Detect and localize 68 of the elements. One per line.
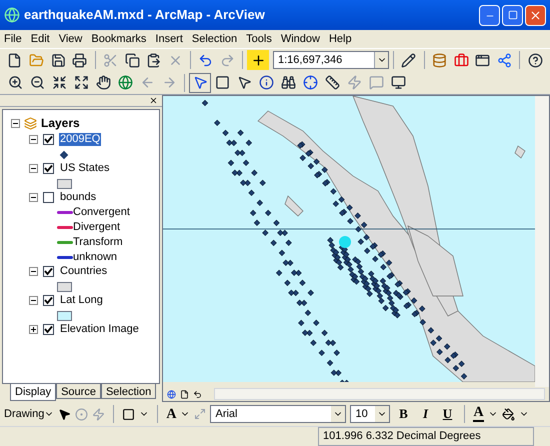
data-frame-label[interactable]: Layers	[41, 114, 80, 132]
scale-field[interactable]: 1:16,697,346	[273, 51, 390, 69]
collapse-icon[interactable]	[29, 135, 38, 144]
menu-item[interactable]: File	[4, 30, 22, 48]
checkbox[interactable]	[43, 163, 54, 174]
data-view-icon	[167, 390, 176, 398]
checkbox[interactable]	[43, 324, 54, 335]
pointer-icon	[58, 408, 72, 420]
close-icon	[529, 8, 542, 22]
layer-name[interactable]: Elevation Image	[59, 323, 140, 336]
checkbox[interactable]	[43, 266, 54, 277]
checkbox[interactable]	[43, 192, 54, 203]
layer-name[interactable]: Countries	[59, 265, 108, 278]
layer-name[interactable]: bounds	[59, 191, 98, 204]
layers-icon	[24, 116, 37, 130]
collapse-icon[interactable]	[29, 193, 38, 202]
collapse-icon[interactable]	[29, 296, 38, 305]
zoom-text-icon	[92, 408, 106, 420]
checkbox[interactable]	[43, 134, 54, 145]
style-button[interactable]: I	[416, 404, 434, 424]
window-title: earthquakeAM.mxd - ArcMap - ArcView	[24, 6, 265, 24]
close-icon	[149, 96, 158, 105]
legend-label: unknown	[73, 251, 118, 264]
style-button[interactable]: B	[394, 404, 412, 424]
legend-label: Convergent	[73, 206, 130, 219]
font-color-button[interactable]: A	[473, 406, 484, 422]
collapse-icon[interactable]	[29, 267, 38, 276]
checkbox[interactable]	[43, 295, 54, 306]
maximize-button[interactable]	[502, 4, 523, 26]
menu-item[interactable]: Window	[280, 30, 320, 48]
font-size-field[interactable]: 10	[350, 405, 390, 423]
font-field[interactable]: Arial	[210, 405, 346, 423]
legend-label: Transform	[73, 236, 123, 249]
close-button[interactable]	[525, 4, 546, 26]
menu-item[interactable]: Help	[328, 30, 352, 48]
minimize-button[interactable]	[479, 4, 500, 26]
style-button[interactable]: U	[438, 404, 456, 424]
menu-item[interactable]: Tools	[246, 30, 272, 48]
add-data-icon[interactable]	[247, 50, 269, 70]
maximize-icon	[508, 10, 518, 20]
layer-name[interactable]: Lat Long	[59, 294, 104, 307]
collapse-icon[interactable]	[11, 118, 20, 128]
status-text: 101.996 6.332 Decimal Degrees	[318, 427, 534, 446]
tab[interactable]: Display	[10, 384, 56, 401]
collapse-icon[interactable]	[29, 164, 38, 173]
vertical-scrollbar[interactable]	[535, 96, 549, 387]
layout-view-icon	[180, 390, 189, 398]
menu-item[interactable]: Selection	[192, 30, 238, 48]
horizontal-scrollbar[interactable]	[214, 388, 545, 400]
layer-name[interactable]: US States	[59, 162, 111, 175]
text-tool[interactable]: A	[166, 404, 176, 424]
menu-item[interactable]: View	[58, 30, 82, 48]
select-features-icon[interactable]	[189, 72, 211, 92]
menu-item[interactable]: Edit	[30, 30, 50, 48]
drawing-menu[interactable]: Drawing	[4, 406, 54, 422]
refresh-icon	[193, 390, 202, 398]
spline-text-icon	[194, 408, 206, 420]
legend-label: Divergent	[73, 221, 120, 234]
tab[interactable]: Source	[56, 384, 101, 399]
rotate-icon	[75, 408, 88, 420]
fill-color-icon	[502, 408, 515, 420]
rectangle-icon	[122, 408, 136, 420]
app-icon	[4, 7, 20, 23]
expand-icon[interactable]	[29, 325, 38, 334]
menu-item[interactable]: Insert	[155, 30, 183, 48]
menu-item[interactable]: Bookmarks	[91, 30, 146, 48]
layer-name[interactable]: 2009EQ	[59, 133, 102, 146]
tab[interactable]: Selection	[100, 384, 156, 399]
